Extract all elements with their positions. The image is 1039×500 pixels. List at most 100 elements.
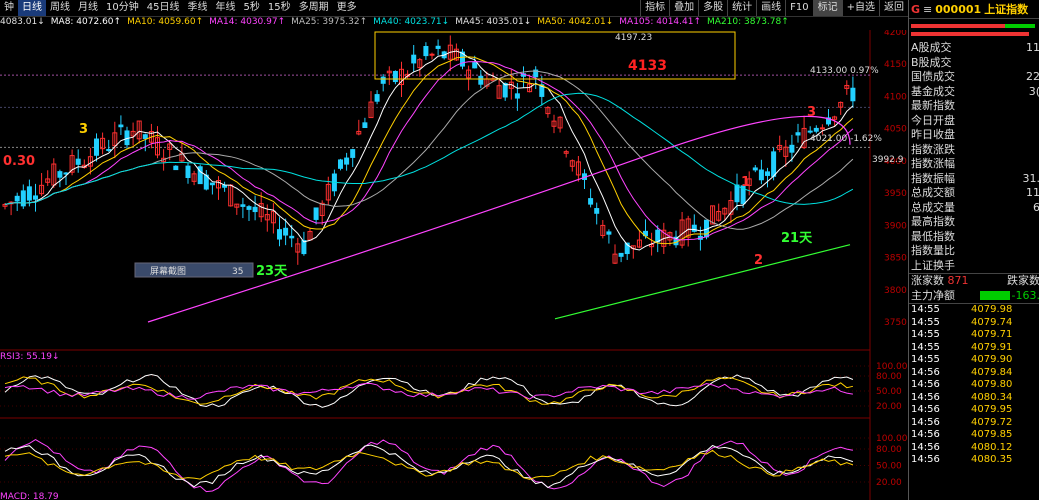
candle-body bbox=[344, 157, 350, 165]
advance-decline-row: 涨家数 871 跌家数 bbox=[909, 273, 1039, 289]
price-tick-label: 4150 bbox=[884, 60, 907, 70]
period-tab-0[interactable]: 钟 bbox=[0, 0, 18, 16]
screenshot-label: 屏幕截图 bbox=[150, 265, 186, 277]
price-tick-label: 3900 bbox=[884, 221, 907, 231]
stat-row-8: 指数涨幅 bbox=[909, 157, 1039, 172]
tool-button-7[interactable]: +自选 bbox=[841, 0, 879, 16]
period-tab-1[interactable]: 日线 bbox=[18, 0, 46, 16]
period-tab-8[interactable]: 5秒 bbox=[239, 0, 263, 16]
period-tab-4[interactable]: 10分钟 bbox=[102, 0, 143, 16]
candle-body bbox=[813, 127, 819, 132]
period-tab-3[interactable]: 月线 bbox=[74, 0, 102, 16]
stat-row-10: 总成交额 11 bbox=[909, 186, 1039, 201]
period-tab-5[interactable]: 45日线 bbox=[143, 0, 184, 16]
tick-time: 14:56 bbox=[911, 441, 940, 453]
candle-body bbox=[26, 186, 32, 201]
candle-body bbox=[313, 207, 319, 220]
menu-icon[interactable]: ≡ bbox=[923, 3, 932, 16]
tick-time: 14:55 bbox=[911, 329, 940, 340]
candle-body bbox=[289, 235, 295, 239]
stat-value: 6 bbox=[1033, 200, 1039, 214]
label-3-right: 3 bbox=[807, 105, 816, 120]
stat-label: 最低指数 bbox=[911, 229, 955, 243]
candle-body bbox=[362, 122, 368, 129]
kline-chart[interactable]: 4200415041004050400039503900385038003750… bbox=[0, 30, 908, 500]
stat-row-4: 最新指数 bbox=[909, 99, 1039, 114]
tick-price: 4079.84 bbox=[971, 366, 1013, 378]
price-tick-label: 4100 bbox=[884, 92, 907, 102]
tick-row-11: 14:56 4080.12 bbox=[909, 442, 1039, 455]
tick-row-12: 14:56 4080.35 bbox=[909, 454, 1039, 467]
price-tick-label: 3800 bbox=[884, 286, 907, 296]
tool-button-1[interactable]: 叠加 bbox=[669, 0, 698, 16]
tick-price: 4079.91 bbox=[971, 341, 1013, 353]
advance-value: 871 bbox=[947, 274, 969, 287]
candle-body bbox=[106, 148, 112, 151]
tick-time: 14:56 bbox=[911, 454, 940, 465]
moving-average-legend: 4083.01↓ MA8: 4072.60↑ MA10: 4059.60↑ MA14:… bbox=[0, 17, 789, 30]
stat-value: 22 bbox=[1026, 70, 1039, 83]
netflow-label: 主力净额 bbox=[911, 288, 955, 302]
period-tab-10[interactable]: 多周期 bbox=[295, 0, 333, 16]
rsi-tick-label: 80.00 bbox=[876, 372, 902, 382]
tool-button-3[interactable]: 统计 bbox=[727, 0, 756, 16]
candle-body bbox=[209, 182, 215, 186]
tool-button-0[interactable]: 指标 bbox=[640, 0, 669, 16]
tick-price: 4079.90 bbox=[971, 354, 1013, 365]
candle-body bbox=[392, 70, 398, 83]
period-tab-7[interactable]: 年线 bbox=[211, 0, 239, 16]
candle-body bbox=[283, 227, 289, 236]
ma-item-6: MA45: 4035.01↓ bbox=[455, 17, 532, 27]
candle-body bbox=[252, 206, 258, 213]
ma-line-14 bbox=[4, 61, 854, 241]
candle-body bbox=[807, 130, 813, 133]
kdj-tick-label: 20.00 bbox=[876, 478, 902, 488]
candle-body bbox=[57, 171, 63, 178]
stat-row-14: 指数量比 bbox=[909, 244, 1039, 259]
ma-line-5 bbox=[4, 50, 854, 251]
tool-button-8[interactable]: 返回 bbox=[879, 0, 908, 16]
tool-button-2[interactable]: 多股 bbox=[698, 0, 727, 16]
index-name: 上证指数 bbox=[984, 3, 1029, 16]
stat-value: 3( bbox=[1028, 84, 1039, 98]
candle-body bbox=[118, 124, 124, 128]
macd-label: MACD: 18.79 bbox=[0, 492, 59, 500]
kdj-tick-label: 80.00 bbox=[876, 445, 902, 455]
tick-price: 4079.80 bbox=[971, 379, 1013, 390]
candle-body bbox=[142, 134, 148, 139]
stat-row-13: 最低指数 bbox=[909, 230, 1039, 245]
candle-body bbox=[655, 229, 661, 243]
tick-time: 14:56 bbox=[911, 416, 940, 428]
decline-label: 跌家数 bbox=[1007, 274, 1039, 287]
period-tab-2[interactable]: 周线 bbox=[46, 0, 74, 16]
candle-body bbox=[173, 165, 179, 171]
tick-time: 14:55 bbox=[911, 341, 940, 353]
stat-row-11: 总成交量 6 bbox=[909, 201, 1039, 216]
stat-value: 11 bbox=[1026, 41, 1039, 54]
tool-button-4[interactable]: 画线 bbox=[756, 0, 785, 16]
stat-row-1: B股成交 bbox=[909, 56, 1039, 71]
period-tab-11[interactable]: 更多 bbox=[333, 0, 361, 16]
period-tab-9[interactable]: 15秒 bbox=[264, 0, 295, 16]
kdj-tick-label: 100.00 bbox=[876, 434, 908, 444]
stat-row-3: 基金成交 3( bbox=[909, 85, 1039, 100]
level-label: 4133 bbox=[628, 58, 667, 74]
candle-body bbox=[606, 231, 612, 235]
tool-button-5[interactable]: F10 bbox=[785, 0, 812, 16]
panel-header: G ≡ 000001 上证指数 bbox=[909, 0, 1039, 19]
rsi-tick-label: 20.00 bbox=[876, 402, 902, 412]
candle-body bbox=[240, 204, 246, 207]
tool-button-6[interactable]: 标记 bbox=[812, 0, 842, 16]
tick-row-2: 14:55 4079.71 bbox=[909, 329, 1039, 342]
period-tab-6[interactable]: 季线 bbox=[183, 0, 211, 16]
high-range-box bbox=[374, 31, 736, 80]
tick-price: 4080.35 bbox=[971, 454, 1013, 465]
tick-row-3: 14:55 4079.91 bbox=[909, 342, 1039, 355]
price-tick-label: 3850 bbox=[884, 254, 907, 264]
stat-label: 指数量比 bbox=[911, 244, 955, 257]
label-23-days: 23天 bbox=[256, 264, 288, 279]
candle-body bbox=[850, 87, 856, 102]
stat-label: 最新指数 bbox=[911, 99, 955, 112]
ma-item-9: MA210: 3873.78↑ bbox=[707, 17, 789, 27]
stat-label: 指数涨幅 bbox=[911, 157, 955, 170]
